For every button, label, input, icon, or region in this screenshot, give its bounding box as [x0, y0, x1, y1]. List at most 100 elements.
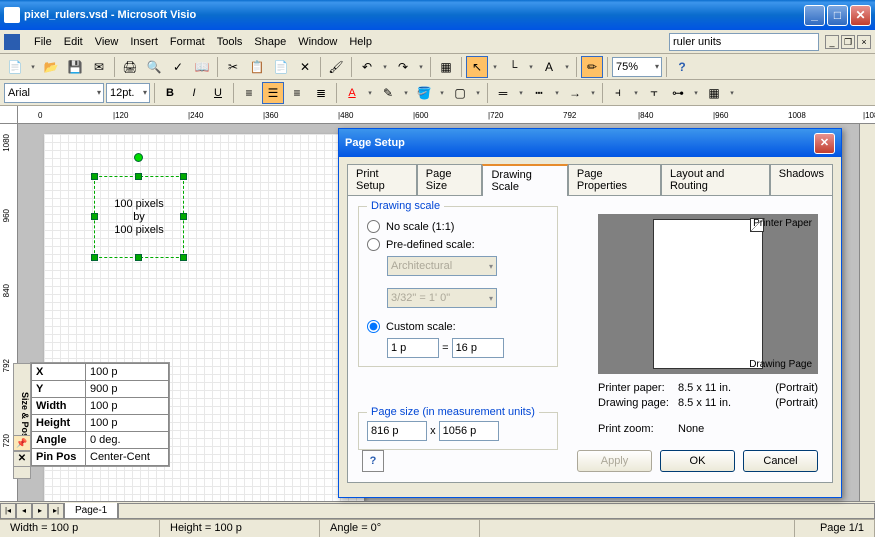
- shadow-dropdown[interactable]: ▾: [473, 82, 483, 104]
- custom-scale-to-input[interactable]: 16 p: [452, 338, 504, 358]
- dialog-tab-drawing-scale[interactable]: Drawing Scale: [482, 164, 567, 196]
- radio-custom-scale[interactable]: Custom scale:: [367, 320, 549, 333]
- page-width-input[interactable]: 816 p: [367, 421, 427, 441]
- panel-close-button[interactable]: ✕: [13, 451, 31, 467]
- line-color-button[interactable]: ✎: [377, 82, 399, 104]
- tab-nav-first[interactable]: |◂: [0, 503, 16, 519]
- dialog-tab-page-properties[interactable]: Page Properties: [568, 164, 661, 196]
- line-color-dropdown[interactable]: ▾: [401, 82, 411, 104]
- font-color-dropdown[interactable]: ▾: [365, 82, 375, 104]
- tab-nav-prev[interactable]: ◂: [16, 503, 32, 519]
- delete-button[interactable]: ✕: [294, 56, 316, 78]
- ok-button[interactable]: OK: [660, 450, 735, 472]
- radio-predefined-scale[interactable]: Pre-defined scale:: [367, 238, 549, 251]
- layout-button[interactable]: ▦: [703, 82, 725, 104]
- dialog-titlebar[interactable]: Page Setup ✕: [339, 129, 841, 157]
- open-button[interactable]: 📂: [40, 56, 62, 78]
- align-center-button[interactable]: ☰: [262, 82, 284, 104]
- connector-dropdown[interactable]: ▾: [526, 56, 536, 78]
- text-dropdown[interactable]: ▾: [562, 56, 572, 78]
- selected-shape[interactable]: 100 pixels by 100 pixels: [94, 176, 184, 258]
- fill-color-dropdown[interactable]: ▾: [437, 82, 447, 104]
- text-tool-button[interactable]: A: [538, 56, 560, 78]
- radio-no-scale[interactable]: No scale (1:1): [367, 220, 549, 233]
- connect-dropdown[interactable]: ▾: [691, 82, 701, 104]
- pointer-dropdown[interactable]: ▾: [490, 56, 500, 78]
- underline-button[interactable]: U: [207, 82, 229, 104]
- undo-button[interactable]: ↶: [356, 56, 378, 78]
- copy-button[interactable]: 📋: [246, 56, 268, 78]
- horizontal-ruler[interactable]: 0|120|240|360|480|600|720792|840|9601008…: [18, 106, 875, 124]
- resize-handle-mr[interactable]: [180, 213, 187, 220]
- pointer-tool-button[interactable]: ↖: [466, 56, 488, 78]
- sizepos-value[interactable]: 900 p: [86, 381, 169, 398]
- line-weight-button[interactable]: ═: [492, 82, 514, 104]
- line-pattern-button[interactable]: ┅: [528, 82, 550, 104]
- mdi-close-button[interactable]: ×: [857, 35, 871, 49]
- resize-handle-bl[interactable]: [91, 254, 98, 261]
- font-color-button[interactable]: A: [341, 82, 363, 104]
- resize-handle-br[interactable]: [180, 254, 187, 261]
- line-weight-dropdown[interactable]: ▾: [516, 82, 526, 104]
- sizepos-row[interactable]: X100 p: [32, 364, 169, 381]
- sizepos-value[interactable]: 100 p: [86, 415, 169, 432]
- dialog-tab-layout-and-routing[interactable]: Layout and Routing: [661, 164, 770, 196]
- menu-file[interactable]: File: [28, 34, 58, 50]
- menu-window[interactable]: Window: [292, 34, 343, 50]
- connect-button[interactable]: ⊶: [667, 82, 689, 104]
- distribute-button[interactable]: ⫟: [643, 82, 665, 104]
- apply-button[interactable]: Apply: [577, 450, 652, 472]
- connector-tool-button[interactable]: └: [502, 56, 524, 78]
- mdi-minimize-button[interactable]: _: [825, 35, 839, 49]
- tab-nav-next[interactable]: ▸: [32, 503, 48, 519]
- menu-shape[interactable]: Shape: [248, 34, 292, 50]
- sizepos-row[interactable]: Height100 p: [32, 415, 169, 432]
- undo-dropdown[interactable]: ▾: [380, 56, 390, 78]
- tab-nav-last[interactable]: ▸|: [48, 503, 64, 519]
- size-position-panel[interactable]: Size & Positi... 📌 ✕ X100 pY900 pWidth10…: [30, 362, 170, 467]
- sizepos-row[interactable]: Y900 p: [32, 381, 169, 398]
- redo-button[interactable]: ↷: [392, 56, 414, 78]
- help-search-input[interactable]: [669, 33, 819, 51]
- shadow-button[interactable]: ▢: [449, 82, 471, 104]
- save-button[interactable]: 💾: [64, 56, 86, 78]
- page-height-input[interactable]: 1056 p: [439, 421, 499, 441]
- cut-button[interactable]: ✂: [222, 56, 244, 78]
- minimize-button[interactable]: _: [804, 5, 825, 26]
- menu-help[interactable]: Help: [343, 34, 378, 50]
- dialog-tab-page-size[interactable]: Page Size: [417, 164, 483, 196]
- align-shapes-dropdown[interactable]: ▾: [631, 82, 641, 104]
- page-tab-1[interactable]: Page-1: [64, 503, 118, 519]
- rotation-handle[interactable]: [134, 153, 143, 162]
- sizepos-row[interactable]: Width100 p: [32, 398, 169, 415]
- resize-handle-tr[interactable]: [180, 173, 187, 180]
- sizepos-value[interactable]: 100 p: [86, 364, 169, 381]
- fill-color-button[interactable]: 🪣: [413, 82, 435, 104]
- drawing-tools-button[interactable]: ✏: [581, 56, 603, 78]
- maximize-button[interactable]: □: [827, 5, 848, 26]
- font-combo[interactable]: Arial: [4, 83, 104, 103]
- line-pattern-dropdown[interactable]: ▾: [552, 82, 562, 104]
- align-justify-button[interactable]: ≣: [310, 82, 332, 104]
- zoom-combo[interactable]: 75%: [612, 57, 662, 77]
- menu-insert[interactable]: Insert: [124, 34, 164, 50]
- new-button[interactable]: 📄: [4, 56, 26, 78]
- print-button[interactable]: 🖨: [119, 56, 141, 78]
- line-ends-button[interactable]: →: [564, 82, 586, 104]
- format-painter-button[interactable]: 🖌: [325, 56, 347, 78]
- dialog-tab-print-setup[interactable]: Print Setup: [347, 164, 417, 196]
- vertical-scrollbar[interactable]: [859, 124, 875, 501]
- line-ends-dropdown[interactable]: ▾: [588, 82, 598, 104]
- dialog-tab-shadows[interactable]: Shadows: [770, 164, 833, 196]
- research-button[interactable]: 📖: [191, 56, 213, 78]
- resize-handle-ml[interactable]: [91, 213, 98, 220]
- paste-button[interactable]: 📄: [270, 56, 292, 78]
- pushpin-icon[interactable]: 📌: [13, 435, 31, 451]
- horizontal-scrollbar[interactable]: [118, 503, 875, 519]
- italic-button[interactable]: I: [183, 82, 205, 104]
- bold-button[interactable]: B: [159, 82, 181, 104]
- menu-format[interactable]: Format: [164, 34, 211, 50]
- menu-tools[interactable]: Tools: [211, 34, 249, 50]
- align-left-button[interactable]: ≡: [238, 82, 260, 104]
- sizepos-row[interactable]: Pin PosCenter-Cent: [32, 449, 169, 466]
